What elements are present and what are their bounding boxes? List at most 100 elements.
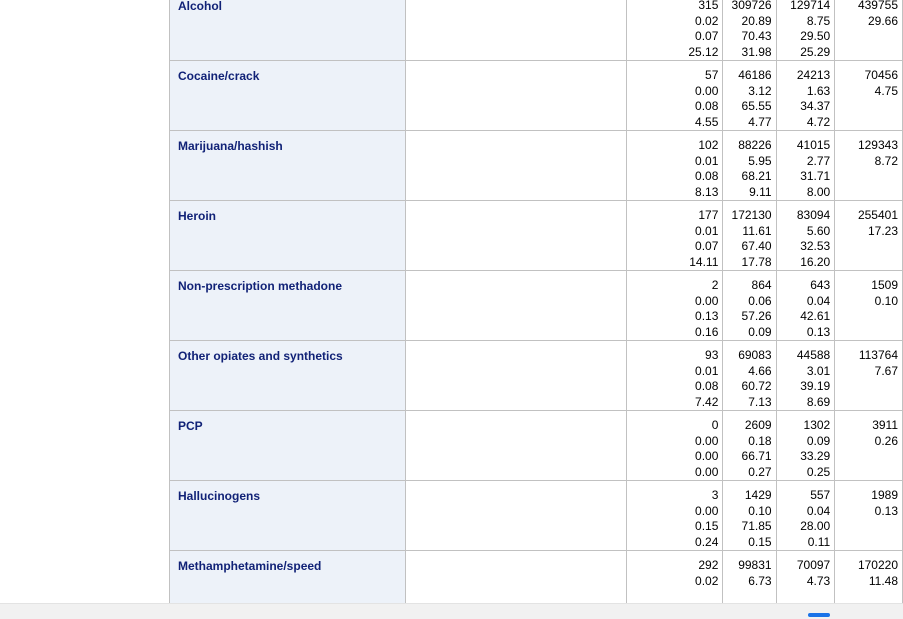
row-header: Alcohol <box>169 0 406 61</box>
row-total-cell: 255401 17.23 <box>834 200 903 271</box>
empty-cell <box>404 480 628 551</box>
cell-value: 0.00 <box>695 503 719 518</box>
scrollbar-thumb[interactable] <box>808 613 830 617</box>
count-cell-a: 102 0.01 0.08 8.13 <box>626 130 724 201</box>
count-cell-a: 3 0.00 0.15 0.24 <box>626 480 724 551</box>
cell-value: 0.02 <box>695 13 719 28</box>
cell-value: 24213 <box>796 68 831 82</box>
cell-value: 0.07 <box>695 29 719 43</box>
cell-value: 113764 <box>858 348 898 362</box>
cell-value: 4.66 <box>748 363 772 378</box>
cell-value: 8.72 <box>874 153 898 168</box>
row-header: Other opiates and synthetics <box>169 340 406 411</box>
cell-value: 315 <box>698 0 719 12</box>
cell-value: 25.29 <box>800 44 831 59</box>
table-row: Heroin 177 0.01 0.07 14.11 172130 11.61 67.40 17… <box>169 200 903 271</box>
cell-value: 0.01 <box>695 153 719 168</box>
cell-value: 177 <box>698 208 719 222</box>
cell-value: 309726 <box>731 0 772 12</box>
cell-value: 8.00 <box>806 184 831 199</box>
cell-value: 71.85 <box>741 519 772 533</box>
cell-value: 83094 <box>796 208 831 222</box>
cell-value: 1.63 <box>806 83 831 98</box>
cell-value: 0.00 <box>695 433 719 448</box>
count-cell-b: 88226 5.95 68.21 9.11 <box>722 130 777 201</box>
count-cell-c: 1302 0.09 33.29 0.25 <box>775 410 836 481</box>
cell-value: 4.72 <box>806 114 831 129</box>
cell-value: 17.78 <box>741 254 772 269</box>
cell-value: 41015 <box>796 138 831 152</box>
cell-value: 44588 <box>796 348 831 362</box>
count-cell-c: 643 0.04 42.61 0.13 <box>775 270 836 341</box>
cell-value: 2 <box>711 278 719 292</box>
cell-value: 0.25 <box>806 464 831 479</box>
cell-value: 34.37 <box>800 99 831 113</box>
cell-value: 0.08 <box>695 169 719 183</box>
cell-value: 0.18 <box>748 433 772 448</box>
cell-value: 99831 <box>738 558 772 572</box>
cell-value: 16.20 <box>800 254 831 269</box>
table-row: Marijuana/hashish 102 0.01 0.08 8.13 88226 5.9… <box>169 130 903 201</box>
cell-value: 8.75 <box>806 13 831 28</box>
cell-value: 1302 <box>803 418 831 432</box>
cell-value: 255401 <box>857 208 898 222</box>
cell-value: 0.02 <box>695 573 719 588</box>
cell-value: 7.13 <box>748 394 772 409</box>
table-row: Other opiates and synthetics 93 0.01 0.08 7.… <box>169 340 903 411</box>
cell-value: 4.55 <box>695 114 719 129</box>
crosstab-table: Alcohol 315 0.02 0.07 25.12 309726 20.89 70.43 3… <box>169 0 903 603</box>
count-cell-c: 24213 1.63 34.37 4.72 <box>775 60 836 131</box>
cell-value: 643 <box>810 278 831 292</box>
count-cell-c: 83094 5.60 32.53 16.20 <box>775 200 836 271</box>
cell-value: 8.69 <box>806 394 831 409</box>
row-total-cell: 439755 29.66 <box>834 0 903 61</box>
empty-cell <box>404 60 628 131</box>
cell-value: 170220 <box>857 558 898 572</box>
count-cell-a: 2 0.00 0.13 0.16 <box>626 270 724 341</box>
cell-value: 7.42 <box>695 394 719 409</box>
row-header: Marijuana/hashish <box>169 130 406 201</box>
cell-value: 0.09 <box>748 324 772 339</box>
cell-value: 7.67 <box>874 363 898 378</box>
cell-value: 0.15 <box>695 519 719 533</box>
cell-value: 3.12 <box>748 83 772 98</box>
count-cell-c: 70097 4.73 <box>775 550 836 603</box>
cell-value: 6.73 <box>748 573 772 588</box>
empty-cell <box>404 200 628 271</box>
cell-value: 32.53 <box>800 239 831 253</box>
row-header: Hallucinogens <box>169 480 406 551</box>
horizontal-scrollbar[interactable] <box>0 603 903 619</box>
row-total-cell: 1509 0.10 <box>834 270 903 341</box>
cell-value: 2609 <box>744 418 772 432</box>
count-cell-a: 315 0.02 0.07 25.12 <box>626 0 724 61</box>
cell-value: 5.95 <box>748 153 772 168</box>
cell-value: 0.08 <box>695 99 719 113</box>
cell-value: 0.01 <box>695 363 719 378</box>
cell-value: 557 <box>810 488 831 502</box>
count-cell-a: 177 0.01 0.07 14.11 <box>626 200 724 271</box>
cell-value: 0.04 <box>806 503 831 518</box>
cell-value: 29.50 <box>800 29 831 43</box>
row-total-cell: 70456 4.75 <box>834 60 903 131</box>
report-viewport: Alcohol 315 0.02 0.07 25.12 309726 20.89 70.43 3… <box>0 0 903 603</box>
cell-value: 0.15 <box>748 534 772 549</box>
count-cell-b: 69083 4.66 60.72 7.13 <box>722 340 777 411</box>
count-cell-b: 172130 11.61 67.40 17.78 <box>722 200 777 271</box>
cell-value: 4.75 <box>874 83 898 98</box>
empty-cell <box>404 0 628 61</box>
row-header: Cocaine/crack <box>169 60 406 131</box>
row-total-cell: 170220 11.48 <box>834 550 903 603</box>
row-header: Methamphetamine/speed <box>169 550 406 603</box>
crosstab-body: Alcohol 315 0.02 0.07 25.12 309726 20.89 70.43 3… <box>169 0 903 603</box>
cell-value: 0.08 <box>695 379 719 393</box>
cell-value: 4.77 <box>748 114 772 129</box>
cell-value: 0.10 <box>748 503 772 518</box>
cell-value: 88226 <box>738 138 772 152</box>
count-cell-b: 864 0.06 57.26 0.09 <box>722 270 777 341</box>
cell-value: 65.55 <box>741 99 772 113</box>
cell-value: 9.11 <box>749 184 772 199</box>
cell-value: 57.26 <box>741 309 772 323</box>
count-cell-b: 2609 0.18 66.71 0.27 <box>722 410 777 481</box>
cell-value: 102 <box>698 138 719 152</box>
cell-value: 292 <box>698 558 719 572</box>
